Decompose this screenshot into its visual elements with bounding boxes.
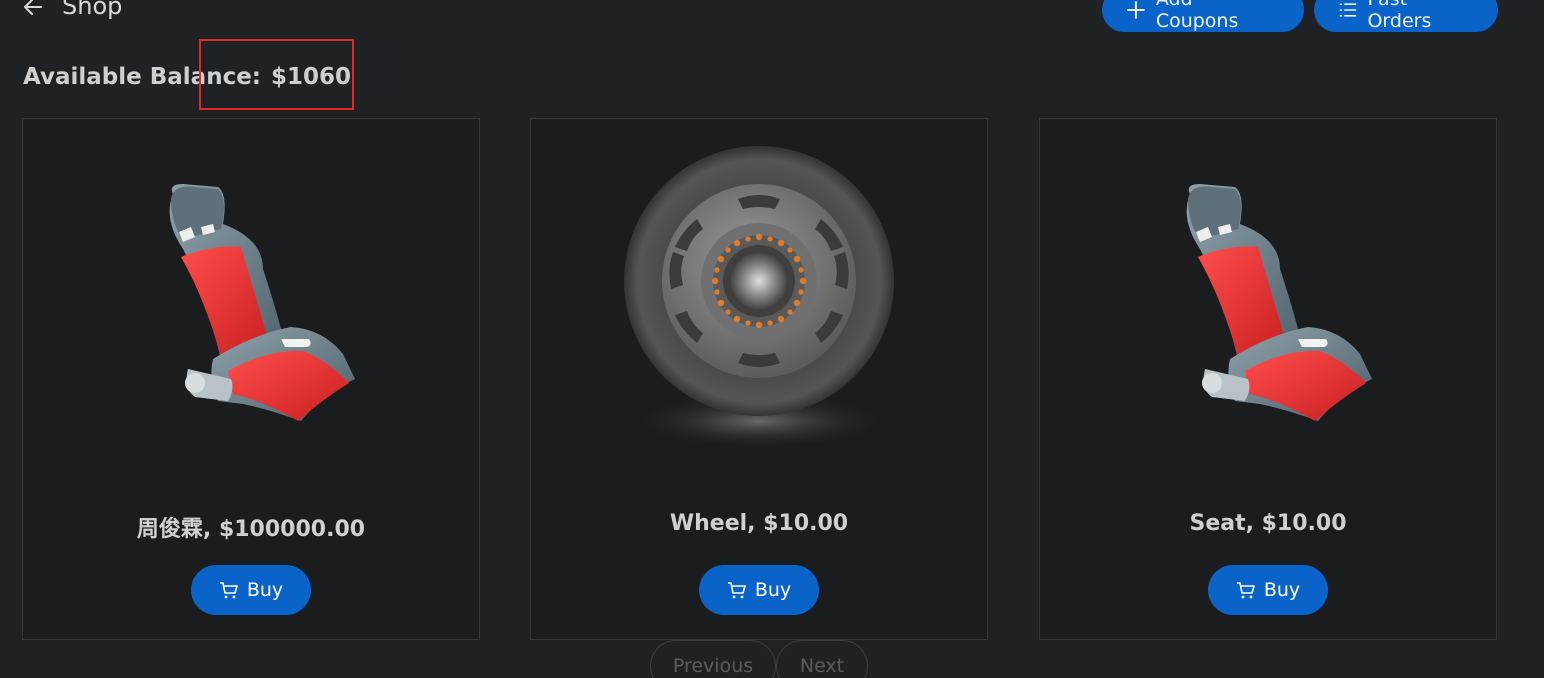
- product-card: Seat, $10.00 Buy: [1039, 118, 1497, 640]
- product-card: Wheel, $10.00 Buy: [530, 118, 988, 640]
- racing-seat-image: [1186, 184, 1372, 421]
- list-icon: [1339, 3, 1357, 17]
- buy-label: Buy: [754, 579, 792, 601]
- product-name-price: Wheel, $10.00: [669, 511, 849, 536]
- product-name-price: Seat, $10.00: [1189, 511, 1347, 536]
- cart-icon: [1236, 582, 1255, 599]
- shop-page: Shop Add Coupons Past Orders Available B…: [0, 0, 1544, 678]
- racing-seat-image: [169, 184, 355, 421]
- previous-page-button[interactable]: Previous: [650, 640, 776, 678]
- cart-icon: [219, 582, 238, 599]
- back-arrow-icon[interactable]: [22, 0, 44, 18]
- annotation-highlight-box: [199, 39, 354, 110]
- past-orders-button[interactable]: Past Orders: [1314, 0, 1498, 32]
- past-orders-label: Past Orders: [1367, 0, 1432, 32]
- product-name-price: 周俊霖, $100000.00: [136, 517, 366, 542]
- add-coupons-label: Add Coupons: [1155, 0, 1239, 32]
- cart-icon: [727, 582, 746, 599]
- buy-button[interactable]: Buy: [191, 565, 311, 615]
- add-coupons-button[interactable]: Add Coupons: [1102, 0, 1304, 32]
- buy-button[interactable]: Buy: [1208, 565, 1328, 615]
- product-card: 周俊霖, $100000.00 Buy: [22, 118, 480, 640]
- buy-button[interactable]: Buy: [699, 565, 819, 615]
- wheel-image: [624, 146, 894, 449]
- next-page-button[interactable]: Next: [776, 640, 868, 678]
- plus-icon: [1126, 1, 1145, 19]
- buy-label: Buy: [1263, 579, 1301, 601]
- buy-label: Buy: [246, 579, 284, 601]
- page-title: Shop: [62, 0, 123, 20]
